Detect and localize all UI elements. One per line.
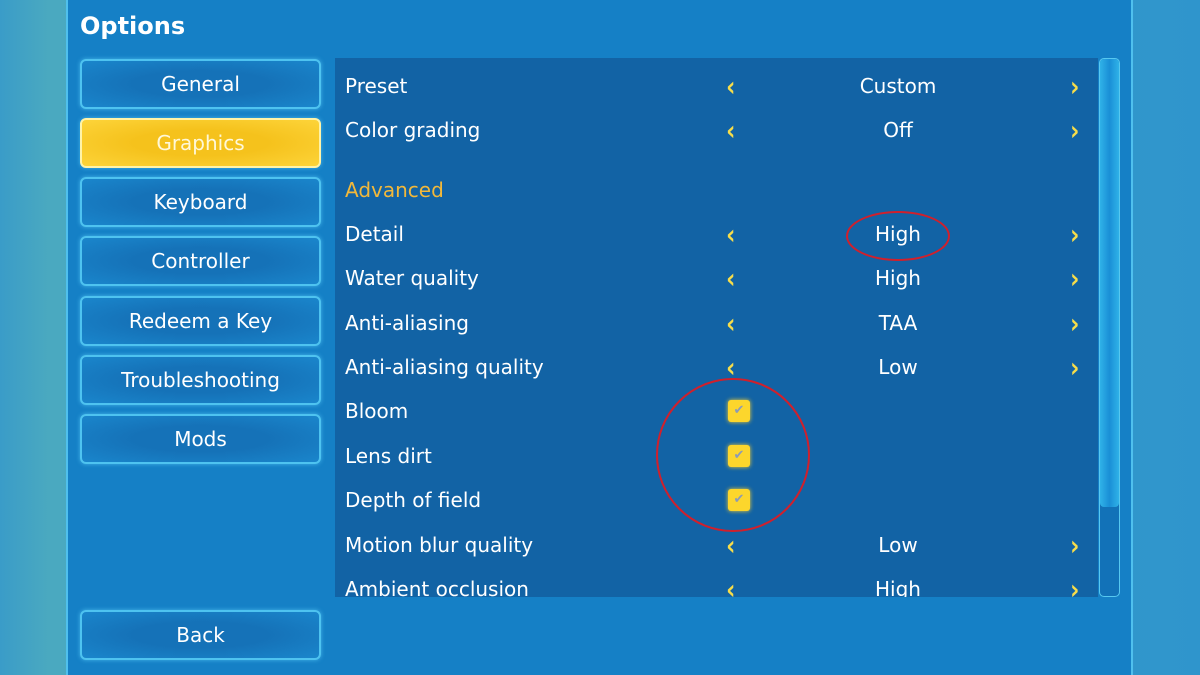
setting-value: Off (883, 118, 913, 142)
chevron-left-icon[interactable]: ‹ (726, 529, 735, 562)
setting-label: Color grading (345, 118, 481, 142)
chevron-right-icon[interactable]: › (1070, 307, 1079, 340)
setting-value: High (875, 577, 921, 597)
setting-lens-dirt: Lens dirt ✔ (345, 436, 1098, 476)
setting-color-grading: Color grading ‹ Off › (345, 110, 1098, 150)
chevron-left-icon[interactable]: ‹ (726, 351, 735, 384)
chevron-left-icon[interactable]: ‹ (726, 262, 735, 295)
chevron-right-icon[interactable]: › (1070, 218, 1079, 251)
setting-label: Preset (345, 74, 408, 98)
chevron-left-icon[interactable]: ‹ (726, 307, 735, 340)
chevron-left-icon[interactable]: ‹ (726, 573, 735, 598)
setting-value: High (875, 266, 921, 290)
setting-water-quality: Water quality ‹ High › (345, 258, 1098, 298)
setting-depth-of-field: Depth of field ✔ (345, 480, 1098, 520)
setting-label: Anti-aliasing quality (345, 355, 544, 379)
setting-label: Bloom (345, 399, 409, 423)
chevron-left-icon[interactable]: ‹ (726, 70, 735, 103)
setting-motion-blur: Motion blur quality ‹ Low › (345, 525, 1098, 565)
setting-value: TAA (878, 311, 918, 335)
depth-of-field-checkbox[interactable]: ✔ (728, 489, 750, 511)
setting-label: Detail (345, 222, 404, 246)
sidebar-item-keyboard[interactable]: Keyboard (80, 177, 321, 227)
lens-dirt-checkbox[interactable]: ✔ (728, 445, 750, 467)
chevron-right-icon[interactable]: › (1070, 262, 1079, 295)
setting-value: Low (878, 533, 918, 557)
chevron-right-icon[interactable]: › (1070, 529, 1079, 562)
chevron-left-icon[interactable]: ‹ (726, 218, 735, 251)
back-button[interactable]: Back (80, 610, 321, 660)
settings-list: Preset ‹ Custom › Color grading ‹ Off › … (335, 58, 1098, 597)
setting-ambient-occlusion: Ambient occlusion ‹ High › (345, 569, 1098, 598)
setting-value: Custom (859, 74, 937, 98)
setting-aa-quality: Anti-aliasing quality ‹ Low › (345, 347, 1098, 387)
setting-detail: Detail ‹ High › (345, 214, 1098, 254)
sidebar-item-troubleshooting[interactable]: Troubleshooting (80, 355, 321, 405)
chevron-right-icon[interactable]: › (1070, 351, 1079, 384)
setting-label: Ambient occlusion (345, 577, 529, 597)
setting-bloom: Bloom ✔ (345, 391, 1098, 431)
chevron-right-icon[interactable]: › (1070, 70, 1079, 103)
chevron-right-icon[interactable]: › (1070, 573, 1079, 598)
setting-label: Motion blur quality (345, 533, 534, 557)
setting-preset: Preset ‹ Custom › (345, 66, 1098, 106)
setting-value: High (875, 222, 921, 246)
bloom-checkbox[interactable]: ✔ (728, 400, 750, 422)
setting-anti-aliasing: Anti-aliasing ‹ TAA › (345, 303, 1098, 343)
advanced-heading: Advanced (345, 178, 444, 202)
window-title: Options (80, 12, 186, 40)
setting-label: Anti-aliasing (345, 311, 469, 335)
scrollbar-thumb[interactable] (1100, 59, 1119, 507)
sidebar-item-controller[interactable]: Controller (80, 236, 321, 286)
sidebar-item-redeem-key[interactable]: Redeem a Key (80, 296, 321, 346)
chevron-right-icon[interactable]: › (1070, 114, 1079, 147)
setting-label: Water quality (345, 266, 479, 290)
setting-value: Low (878, 355, 918, 379)
chevron-left-icon[interactable]: ‹ (726, 114, 735, 147)
sidebar-item-mods[interactable]: Mods (80, 414, 321, 464)
scrollbar[interactable] (1099, 58, 1120, 597)
sidebar-item-general[interactable]: General (80, 59, 321, 109)
setting-label: Lens dirt (345, 444, 432, 468)
sidebar-item-graphics[interactable]: Graphics (80, 118, 321, 168)
setting-label: Depth of field (345, 488, 482, 512)
